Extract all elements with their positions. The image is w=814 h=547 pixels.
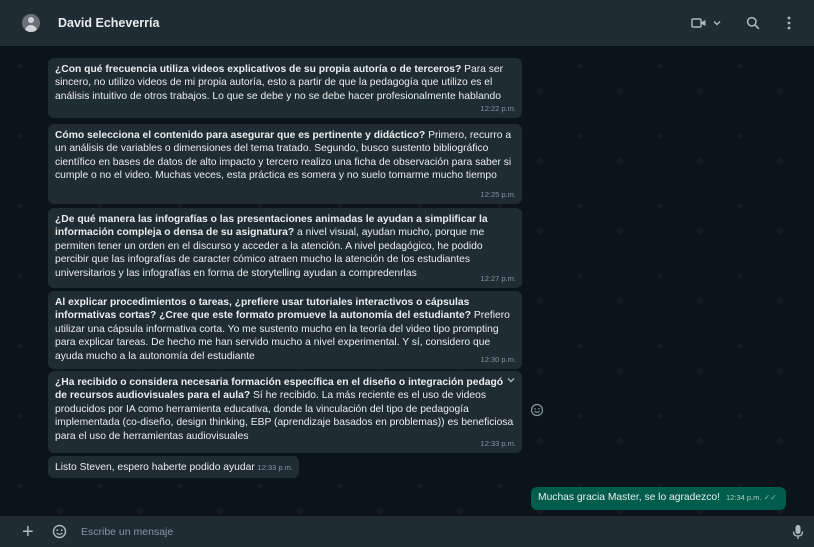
menu-icon <box>787 16 791 29</box>
search-button[interactable] <box>736 8 770 38</box>
message-time: 12:33 p.m. <box>257 462 293 472</box>
attach-plus-icon[interactable]: + <box>22 522 38 542</box>
message-text: Cómo selecciona el contenido para asegur… <box>55 129 515 183</box>
outgoing-message-time: 12:34 p.m. <box>726 493 762 502</box>
message-bubble[interactable]: ¿Ha recibido o considera necesaria forma… <box>48 371 522 453</box>
read-receipt-icon: ✓✓ <box>763 493 777 502</box>
message-composer: + <box>0 516 814 547</box>
video-call-button[interactable] <box>684 8 728 38</box>
message-text: Listo Steven, espero haberte podido ayud… <box>55 462 255 473</box>
microphone-icon <box>792 524 804 539</box>
message-text: Al explicar procedimientos o tareas, ¿pr… <box>55 296 515 363</box>
message-options-chevron-icon[interactable] <box>504 375 518 387</box>
message-question: Al explicar procedimientos o tareas, ¿pr… <box>55 297 471 322</box>
emoji-reaction-icon[interactable] <box>530 403 546 419</box>
message-text: ¿Ha recibido o considera necesaria forma… <box>55 376 515 443</box>
message-time: 12:25 p.m. <box>480 189 516 199</box>
message-text: ¿De qué manera las infografías o las pre… <box>55 213 515 280</box>
message-bubble[interactable]: Al explicar procedimientos o tareas, ¿pr… <box>48 291 522 369</box>
chevron-down-icon <box>713 20 720 25</box>
search-icon <box>746 16 760 29</box>
message-bubble[interactable]: Cómo selecciona el contenido para asegur… <box>48 124 522 204</box>
message-question: Cómo selecciona el contenido para asegur… <box>55 130 426 141</box>
contact-name[interactable]: David Echeverría <box>58 16 684 30</box>
menu-button[interactable] <box>774 8 804 38</box>
message-bubble[interactable]: ¿De qué manera las infografías o las pre… <box>48 208 522 288</box>
message-bubble[interactable]: Listo Steven, espero haberte podido ayud… <box>48 456 299 478</box>
chat-area[interactable]: ¿Con qué frecuencia utiliza videos expli… <box>0 46 814 516</box>
message-time: 12:22 p.m. <box>480 103 516 113</box>
microphone-button[interactable] <box>792 524 804 540</box>
message-input[interactable] <box>81 525 792 538</box>
message-text: ¿Con qué frecuencia utiliza videos expli… <box>55 63 515 103</box>
message-time: 12:30 p.m. <box>480 354 516 364</box>
header-actions <box>684 8 804 38</box>
message-question: ¿Con qué frecuencia utiliza videos expli… <box>55 64 462 75</box>
sticker-emoji-icon <box>52 524 67 539</box>
message-time: 12:33 p.m. <box>480 438 516 448</box>
outgoing-message-bubble[interactable]: Muchas gracia Master, se lo agradezco! 12… <box>531 487 786 510</box>
outgoing-message-text: Muchas gracia Master, se lo agradezco! <box>538 492 721 503</box>
chat-header: David Echeverría <box>0 0 814 46</box>
avatar-icon[interactable] <box>22 13 40 32</box>
message-time: 12:27 p.m. <box>480 273 516 283</box>
video-call-icon <box>690 17 705 28</box>
emoji-button[interactable] <box>52 524 67 539</box>
message-bubble[interactable]: ¿Con qué frecuencia utiliza videos expli… <box>48 58 522 118</box>
